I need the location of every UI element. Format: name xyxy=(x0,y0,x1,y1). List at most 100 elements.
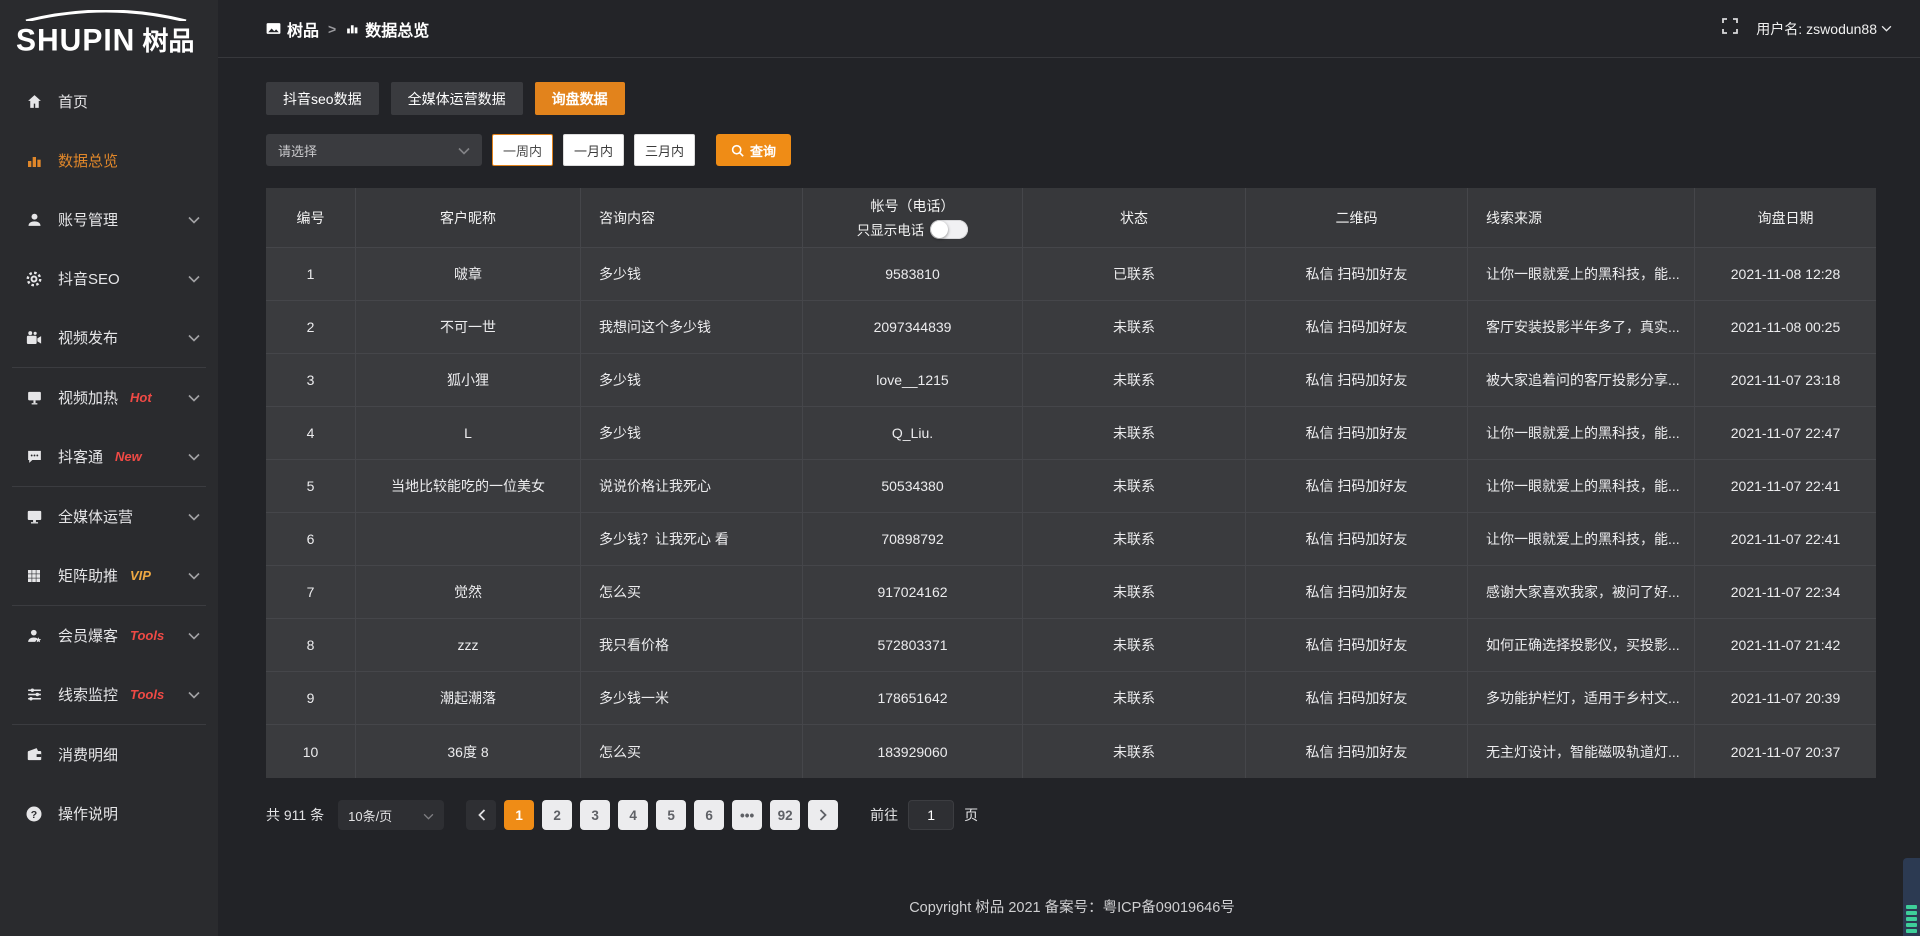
sidebar-item-spending-details[interactable]: 消费明细 xyxy=(0,725,218,784)
chevron-down-icon xyxy=(188,508,200,526)
cell-nickname: L xyxy=(356,407,581,460)
goto-page-input[interactable] xyxy=(908,800,954,830)
sidebar-item-account-management[interactable]: 账号管理 xyxy=(0,190,218,249)
cell-source-link[interactable]: 让你一眼就爱上的黑科技，能... xyxy=(1468,248,1695,301)
cell-qr-links[interactable]: 私信 扫码加好友 xyxy=(1246,566,1468,619)
cell-source-link[interactable]: 让你一眼就爱上的黑科技，能... xyxy=(1468,460,1695,513)
cell-content: 我只看价格 xyxy=(581,619,803,672)
cell-qr-links[interactable]: 私信 扫码加好友 xyxy=(1246,672,1468,725)
cell-source-link[interactable]: 多功能护栏灯，适用于乡村文... xyxy=(1468,672,1695,725)
member-icon xyxy=(24,626,44,646)
cell-content: 多少钱 xyxy=(581,248,803,301)
cell-account: 917024162 xyxy=(803,566,1023,619)
fullscreen-icon[interactable] xyxy=(1722,18,1738,39)
toggle-knob xyxy=(931,221,948,238)
page-size-select[interactable]: 10条/页 xyxy=(338,800,444,830)
cell-qr-links[interactable]: 私信 扫码加好友 xyxy=(1246,513,1468,566)
page-button-1[interactable]: 1 xyxy=(504,800,534,830)
cell-source-link[interactable]: 如何正确选择投影仪，买投影... xyxy=(1468,619,1695,672)
cell-qr-links[interactable]: 私信 扫码加好友 xyxy=(1246,354,1468,407)
cell-qr-links[interactable]: 私信 扫码加好友 xyxy=(1246,301,1468,354)
cell-source-link[interactable]: 让你一眼就爱上的黑科技，能... xyxy=(1468,513,1695,566)
tab-inquiry-data[interactable]: 询盘数据 xyxy=(535,82,625,115)
cell-account: 2097344839 xyxy=(803,301,1023,354)
cell-content: 多少钱一米 xyxy=(581,672,803,725)
search-button[interactable]: 查询 xyxy=(716,134,791,166)
cell-qr-links[interactable]: 私信 扫码加好友 xyxy=(1246,460,1468,513)
page-button-92[interactable]: 92 xyxy=(770,800,800,830)
page-button-4[interactable]: 4 xyxy=(618,800,648,830)
brand-logo: SHUPIN 树品 xyxy=(0,0,218,64)
cell-source-link[interactable]: 客厅安装投影半年多了，真实... xyxy=(1468,301,1695,354)
range-week-button[interactable]: 一周内 xyxy=(492,134,553,166)
sidebar-item-member-customers[interactable]: 会员爆客 Tools xyxy=(0,606,218,665)
prev-page-button[interactable] xyxy=(466,800,496,830)
table-row: 8 zzz 我只看价格 572803371 未联系 私信 扫码加好友 如何正确选… xyxy=(266,619,1876,672)
sidebar-item-matrix-boost[interactable]: 矩阵助推 VIP xyxy=(0,546,218,605)
select-placeholder: 请选择 xyxy=(278,141,317,160)
next-page-button[interactable] xyxy=(808,800,838,830)
sidebar-item-label: 抖客通 xyxy=(58,446,103,467)
cell-source-link[interactable]: 无主灯设计，智能磁吸轨道灯... xyxy=(1468,725,1695,778)
cell-no: 2 xyxy=(266,301,356,354)
vip-badge: VIP xyxy=(130,568,151,583)
sidebar-item-data-overview[interactable]: 数据总览 xyxy=(0,131,218,190)
cell-qr-links[interactable]: 私信 扫码加好友 xyxy=(1246,725,1468,778)
page-button-2[interactable]: 2 xyxy=(542,800,572,830)
table-row: 3 狐小狸 多少钱 love__1215 未联系 私信 扫码加好友 被大家追着问… xyxy=(266,354,1876,407)
sidebar-item-doukingtong[interactable]: 抖客通 New xyxy=(0,427,218,486)
goto-label: 前往 xyxy=(870,805,898,825)
page-button-6[interactable]: 6 xyxy=(694,800,724,830)
hot-badge: Hot xyxy=(130,390,152,405)
chevron-down-icon xyxy=(188,270,200,288)
header-nickname: 客户昵称 xyxy=(356,188,581,248)
sidebar-item-lead-monitoring[interactable]: 线索监控 Tools xyxy=(0,665,218,724)
corner-widget[interactable] xyxy=(1903,858,1920,936)
user-menu[interactable]: 用户名: zswodun88 xyxy=(1756,19,1892,39)
cell-status: 未联系 xyxy=(1023,460,1246,513)
chevron-down-icon xyxy=(188,389,200,407)
cell-source-link[interactable]: 被大家追着问的客厅投影分享... xyxy=(1468,354,1695,407)
grid-icon xyxy=(24,566,44,586)
phone-only-toggle[interactable] xyxy=(930,220,968,239)
sidebar-item-instructions[interactable]: ? 操作说明 xyxy=(0,784,218,843)
cell-qr-links[interactable]: 私信 扫码加好友 xyxy=(1246,248,1468,301)
cell-status: 未联系 xyxy=(1023,301,1246,354)
sidebar-item-label: 数据总览 xyxy=(58,150,118,171)
username-label: 用户名: xyxy=(1756,19,1802,39)
cell-qr-links[interactable]: 私信 扫码加好友 xyxy=(1246,619,1468,672)
total-count: 共 911 条 xyxy=(266,805,324,825)
page-button-5[interactable]: 5 xyxy=(656,800,686,830)
cell-date: 2021-11-07 23:18 xyxy=(1695,354,1876,407)
cell-source-link[interactable]: 让你一眼就爱上的黑科技，能... xyxy=(1468,407,1695,460)
sidebar-item-omnimedia-operation[interactable]: 全媒体运营 xyxy=(0,487,218,546)
cell-nickname xyxy=(356,513,581,566)
chevron-down-icon xyxy=(188,567,200,585)
breadcrumb-current[interactable]: 数据总览 xyxy=(345,17,429,41)
sidebar-item-video-publish[interactable]: 视频发布 xyxy=(0,308,218,367)
range-quarter-button[interactable]: 三月内 xyxy=(634,134,695,166)
cell-account: 572803371 xyxy=(803,619,1023,672)
data-tabs: 抖音seo数据 全媒体运营数据 询盘数据 xyxy=(266,82,1878,115)
tab-douyin-seo-data[interactable]: 抖音seo数据 xyxy=(266,82,379,115)
breadcrumb-label: 数据总览 xyxy=(365,17,429,41)
cell-no: 8 xyxy=(266,619,356,672)
table-row: 10 36度 8 怎么买 183929060 未联系 私信 扫码加好友 无主灯设… xyxy=(266,725,1876,778)
sidebar-item-label: 消费明细 xyxy=(58,744,118,765)
gear-icon xyxy=(24,269,44,289)
sidebar-item-video-heating[interactable]: 视频加热 Hot xyxy=(0,368,218,427)
sidebar-item-home[interactable]: 首页 xyxy=(0,72,218,131)
tab-omnimedia-data[interactable]: 全媒体运营数据 xyxy=(391,82,523,115)
sidebar-item-douyin-seo[interactable]: 抖音SEO xyxy=(0,249,218,308)
cell-qr-links[interactable]: 私信 扫码加好友 xyxy=(1246,407,1468,460)
cell-status: 未联系 xyxy=(1023,619,1246,672)
filter-select[interactable]: 请选择 xyxy=(266,134,482,166)
page-ellipsis-button[interactable]: ••• xyxy=(732,800,762,830)
range-month-button[interactable]: 一月内 xyxy=(563,134,624,166)
cell-nickname: 潮起潮落 xyxy=(356,672,581,725)
page-button-3[interactable]: 3 xyxy=(580,800,610,830)
breadcrumb-home[interactable]: 树品 xyxy=(266,17,319,41)
cell-source-link[interactable]: 感谢大家喜欢我家，被问了好... xyxy=(1468,566,1695,619)
table-header-row: 编号 客户昵称 咨询内容 帐号（电话） 只显示电话 状态 二维码 线索来源 询盘… xyxy=(266,188,1876,248)
cell-content: 多少钱 xyxy=(581,354,803,407)
